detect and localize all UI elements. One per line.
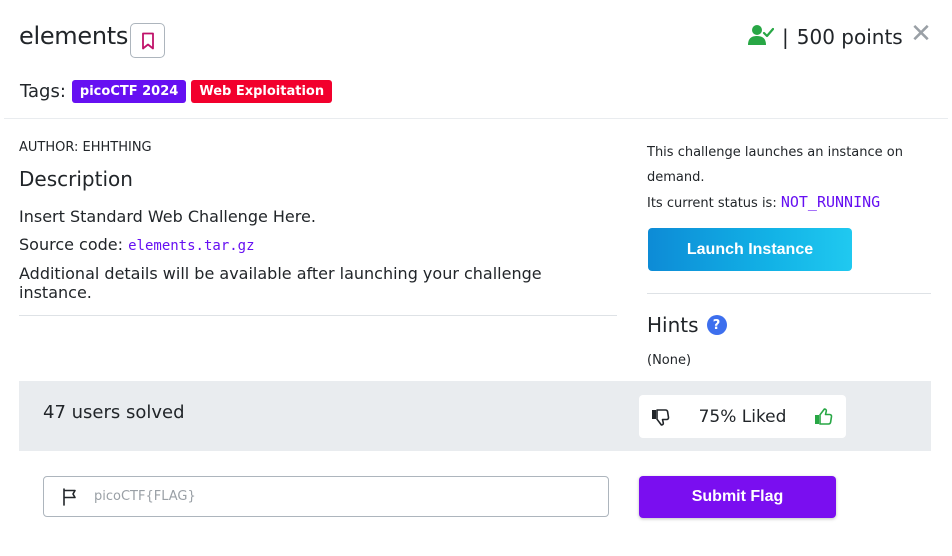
tags-label: Tags: <box>20 81 66 102</box>
submit-flag-button[interactable]: Submit Flag <box>639 476 836 518</box>
challenge-title: elements <box>19 22 129 50</box>
description-heading: Description <box>19 167 133 191</box>
stats-bar: 47 users solved 75% Liked <box>19 381 931 451</box>
users-solved-count: 47 users solved <box>43 402 185 423</box>
description-divider <box>19 315 617 316</box>
source-code-label: Source code: <box>19 235 129 254</box>
description-panel: AUTHOR: EHHTHING Description Insert Stan… <box>19 140 617 302</box>
hints-divider <box>647 293 931 294</box>
tag-web-exploitation[interactable]: Web Exploitation <box>191 80 333 103</box>
help-icon[interactable]: ? <box>706 315 727 335</box>
user-check-icon <box>748 24 774 50</box>
instance-status-label: Its current status is: <box>647 196 781 211</box>
additional-details-line: Additional details will be available aft… <box>19 264 542 302</box>
liked-percentage: 75% Liked <box>698 406 787 427</box>
like-widget: 75% Liked <box>639 395 846 438</box>
hints-header: Hints ? <box>647 313 727 337</box>
points-value: 500 points <box>796 25 903 49</box>
instance-info: This challenge launches an instance on d… <box>647 145 903 185</box>
instance-status-line: Its current status is: NOT_RUNNING <box>647 193 931 211</box>
source-code-link[interactable]: elements.tar.gz <box>128 238 254 254</box>
thumbs-up-icon[interactable] <box>814 407 834 427</box>
flag-icon <box>61 487 79 506</box>
author-label: AUTHOR: EHHTHING <box>19 140 152 155</box>
launch-instance-button[interactable]: Launch Instance <box>648 228 852 271</box>
header-divider <box>4 118 948 119</box>
flag-input[interactable] <box>94 489 574 504</box>
hints-value: (None) <box>647 353 692 368</box>
tags-row: Tags: picoCTF 2024 Web Exploitation <box>20 80 337 103</box>
thumbs-down-icon[interactable] <box>651 407 671 427</box>
points-display: | 500 points <box>748 24 903 50</box>
points-separator: | <box>782 25 789 49</box>
instance-status-value: NOT_RUNNING <box>780 193 881 211</box>
bookmark-icon <box>141 32 155 50</box>
tag-picoctf-2024[interactable]: picoCTF 2024 <box>71 80 187 103</box>
instance-panel: This challenge launches an instance on d… <box>647 140 931 271</box>
hints-title: Hints <box>647 313 699 337</box>
bookmark-button[interactable] <box>130 23 165 58</box>
source-code-line: Source code: elements.tar.gz <box>19 235 617 254</box>
challenge-header: elements | 500 points ✕ Tags: picoCTF 20… <box>0 0 952 120</box>
close-icon[interactable]: ✕ <box>910 21 932 47</box>
description-line: Insert Standard Web Challenge Here. <box>19 207 316 226</box>
flag-input-group <box>43 476 609 517</box>
